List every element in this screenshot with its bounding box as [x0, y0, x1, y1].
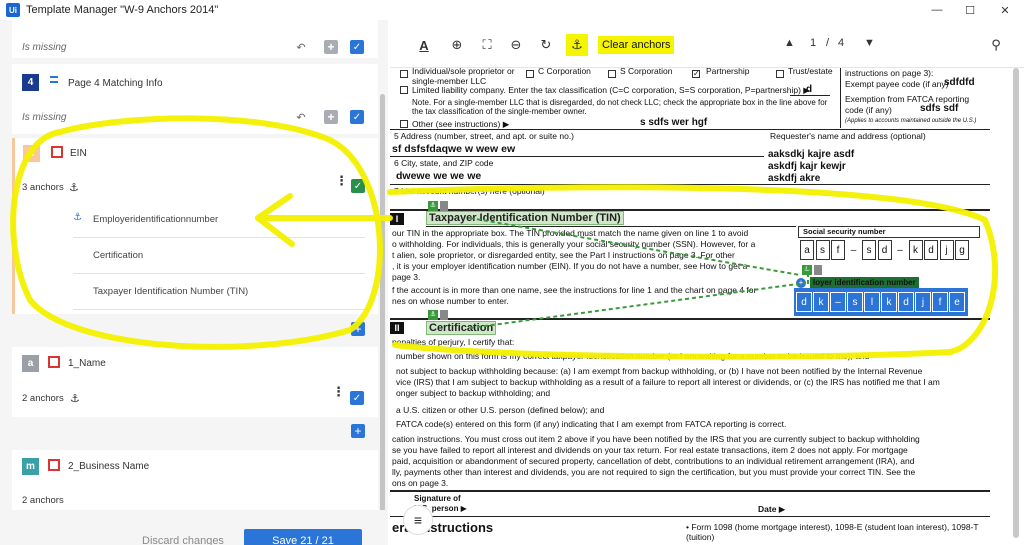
highlight-circle — [10, 115, 383, 350]
annotation-overlay — [10, 115, 999, 360]
highlight-circle — [387, 184, 999, 360]
app-window: Ui Template Manager "W-9 Anchors 2014" —… — [0, 0, 1024, 545]
anchor-connector — [469, 282, 806, 329]
highlight-arrow — [255, 215, 295, 247]
highlight-arrow — [255, 193, 293, 221]
anchor-connector — [469, 217, 801, 276]
